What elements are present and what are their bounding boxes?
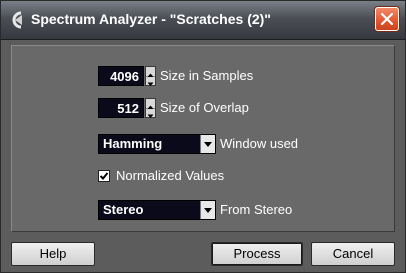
size-of-overlap-stepper[interactable] (145, 98, 156, 118)
normalized-values-checkbox[interactable] (98, 170, 110, 182)
settings-panel: 4096 Size in Samples 512 Size of Overlap… (11, 45, 395, 232)
window-used-value: Hamming (103, 136, 163, 151)
window-title: Spectrum Analyzer - "Scratches (2)" (31, 11, 271, 27)
size-of-overlap-field[interactable]: 512 (98, 98, 144, 118)
spectrum-analyzer-dialog: Spectrum Analyzer - "Scratches (2)" 4096… (0, 0, 406, 273)
normalized-values-label: Normalized Values (116, 168, 225, 183)
chevron-down-icon[interactable] (200, 201, 215, 219)
size-in-samples-field[interactable]: 4096 (98, 66, 144, 86)
help-button[interactable]: Help (11, 242, 95, 266)
size-in-samples-stepper[interactable] (145, 66, 156, 86)
app-logo-icon (9, 11, 27, 29)
stepper-down-icon[interactable] (146, 108, 155, 118)
window-used-dropdown[interactable]: Hamming (98, 134, 216, 154)
from-stereo-dropdown[interactable]: Stereo (98, 200, 216, 220)
size-of-overlap-label: Size of Overlap (160, 100, 249, 115)
from-stereo-value: Stereo (103, 202, 144, 217)
close-button[interactable] (375, 7, 399, 31)
checkmark-icon (99, 172, 109, 180)
stepper-down-icon[interactable] (146, 76, 155, 86)
size-in-samples-label: Size in Samples (160, 68, 254, 83)
chevron-down-icon[interactable] (200, 135, 215, 153)
cancel-button[interactable]: Cancel (311, 242, 395, 266)
title-bar[interactable]: Spectrum Analyzer - "Scratches (2)" (1, 1, 405, 40)
close-icon (381, 13, 393, 25)
from-stereo-label: From Stereo (220, 202, 293, 217)
process-button[interactable]: Process (211, 242, 303, 266)
window-used-label: Window used (220, 136, 299, 151)
